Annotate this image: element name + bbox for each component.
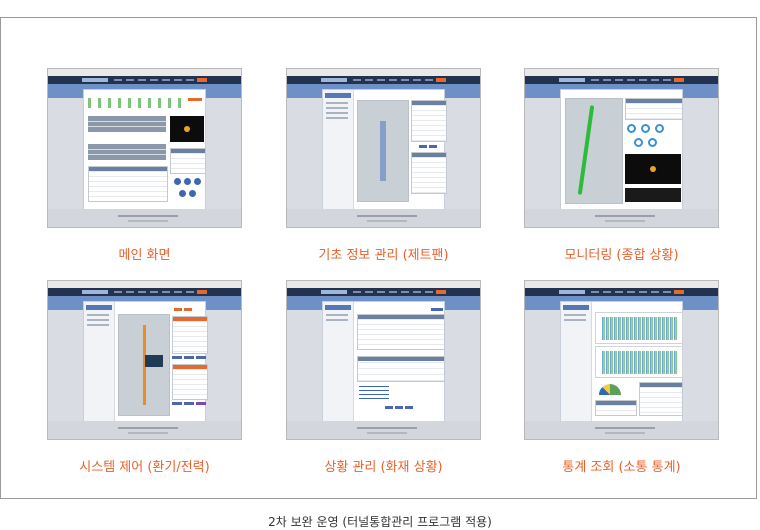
thumbnail-statistics[interactable] [524,280,719,440]
app-header [525,288,718,296]
traffic-chart-2 [595,346,683,378]
thumbnail-system-control[interactable] [47,280,242,440]
gallery-frame: 메인 화면 기초 정보 관리 (제트팬) 모니터링 (종합 상황) 시스템 제어… [0,17,757,499]
app-header [48,76,241,84]
gauge-chart [599,384,621,395]
map-view[interactable] [357,100,409,202]
event-table [170,148,206,174]
tunnel-diagram-2 [88,144,166,160]
page-footer [48,209,241,227]
caption-basic-info: 기초 정보 관리 (제트팬) [318,248,449,263]
thumbnail-incident[interactable] [286,280,481,440]
app-header [287,76,480,84]
gauge-3 [655,124,664,133]
page-footer [525,421,718,439]
traffic-chart-1 [595,312,683,344]
caption-monitoring: 모니터링 (종합 상황) [564,248,679,263]
caption-system-control: 시스템 제어 (환기/전력) [79,460,210,475]
page: { "cards": [ {"caption": "메인 화면", "scree… [0,0,760,530]
control-icon-2[interactable] [184,178,191,185]
power-control-table [172,364,208,400]
control-icon-1[interactable] [174,178,181,185]
tunnel-diagram-1 [88,116,166,132]
main-content [322,301,445,431]
fire-event-table [357,314,445,350]
caption-statistics: 통계 조회 (소통 통계) [562,460,681,475]
main-content [83,301,208,431]
side-menu [323,90,354,218]
summary-table [625,98,683,120]
app-header [48,288,241,296]
jetfan-table [411,100,447,142]
thumbnail-monitoring[interactable] [524,68,719,228]
status-table [88,166,168,202]
cctv-video[interactable] [625,154,681,184]
stats-table-2 [639,382,683,416]
cctv-video-2[interactable] [625,188,681,202]
control-icon-5[interactable] [189,190,196,197]
gauge-4 [634,138,643,147]
main-content [560,89,683,219]
fire-detail-form [357,356,445,382]
app-header [287,288,480,296]
main-content [560,301,683,431]
caption-main-screen: 메인 화면 [118,248,171,263]
page-footer [287,421,480,439]
control-icon-3[interactable] [194,178,201,185]
side-menu [561,302,592,430]
page-footer [287,209,480,227]
main-content [83,89,206,219]
page-footer [525,209,718,227]
thumbnail-basic-info[interactable] [286,68,481,228]
gauge-2 [641,124,650,133]
route-map[interactable] [565,98,623,204]
jetfan-detail [411,152,447,194]
side-menu [323,302,354,430]
control-map[interactable] [118,314,170,416]
gauge-1 [627,124,636,133]
app-header [525,76,718,84]
side-menu [84,302,115,430]
figure-caption: 2차 보완 운영 (터널통합관리 프로그램 적용) [268,515,492,529]
cctv-video[interactable] [170,116,204,142]
stats-table-1 [595,400,637,416]
thumbnail-main-screen[interactable] [47,68,242,228]
fan-control-table [172,316,208,354]
page-footer [48,421,241,439]
main-content [322,89,447,219]
gauge-5 [648,138,657,147]
caption-incident: 상황 관리 (화재 상황) [324,460,443,475]
control-icon-4[interactable] [179,190,186,197]
